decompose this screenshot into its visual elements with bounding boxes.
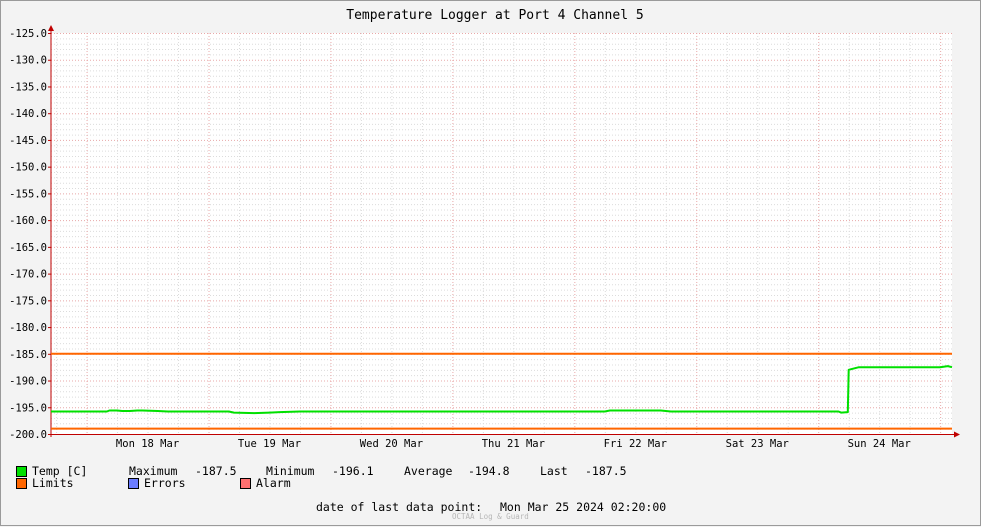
- y-tick-label: -125.0: [9, 28, 47, 40]
- y-tick-label: -190.0: [9, 376, 47, 388]
- y-tick-label: -150.0: [9, 162, 47, 174]
- legend-item-errors: Errors: [128, 476, 186, 490]
- legend-item-alarm: Alarm: [240, 476, 291, 490]
- stat-last-label: Last: [540, 464, 568, 478]
- x-tick-labels: Mon 18 Mar Tue 19 Mar Wed 20 Mar Thu 21 Mar…: [116, 438, 911, 450]
- y-tick-label: -160.0: [9, 215, 47, 227]
- legend-swatch-limits: [16, 477, 27, 489]
- legend-swatch-errors: [128, 477, 139, 489]
- y-tick-label: -175.0: [9, 295, 47, 307]
- legend-label-errors: Errors: [144, 476, 186, 490]
- stat-last-value: -187.5: [585, 464, 627, 478]
- y-tick-label: -130.0: [9, 55, 47, 67]
- x-tick-label: Wed 20 Mar: [360, 438, 423, 450]
- legend-swatch-temp: [16, 465, 27, 477]
- y-tick-labels: -125.0 -130.0 -135.0 -140.0 -145.0 -150.0 -155…: [9, 28, 47, 441]
- legend-label-limits: Limits: [32, 476, 74, 490]
- x-axis-arrow: [954, 431, 960, 438]
- stat-average-value: -194.8: [468, 464, 510, 478]
- watermark: OCTAA Log & Guard: [452, 512, 529, 521]
- legend-item-limits: Limits: [16, 476, 74, 490]
- grid: [51, 33, 952, 435]
- x-tick-label: Sat 23 Mar: [726, 438, 789, 450]
- x-tick-label: Tue 19 Mar: [238, 438, 301, 450]
- y-tick-label: -200.0: [9, 429, 47, 441]
- y-tick-label: -155.0: [9, 188, 47, 200]
- y-tick-label: -195.0: [9, 402, 47, 414]
- y-tick-label: -180.0: [9, 322, 47, 334]
- chart-canvas: Temperature Logger at Port 4 Channel 5 -…: [9, 8, 960, 450]
- chart-frame: Temperature Logger at Port 4 Channel 5 -…: [0, 0, 981, 526]
- legend-label-alarm: Alarm: [256, 476, 291, 490]
- stat-average-label: Average: [404, 464, 453, 478]
- y-tick-label: -140.0: [9, 108, 47, 120]
- y-tick-label: -185.0: [9, 349, 47, 361]
- x-tick-label: Mon 18 Mar: [116, 438, 179, 450]
- plot-area: [51, 33, 952, 434]
- stat-minimum-value: -196.1: [332, 464, 374, 478]
- stat-maximum-value: -187.5: [195, 464, 237, 478]
- chart-title: Temperature Logger at Port 4 Channel 5: [346, 8, 643, 23]
- y-tick-label: -170.0: [9, 269, 47, 281]
- legend-swatch-alarm: [240, 477, 251, 489]
- y-tick-label: -145.0: [9, 135, 47, 147]
- x-tick-label: Fri 22 Mar: [604, 438, 667, 450]
- y-tick-label: -135.0: [9, 81, 47, 93]
- x-tick-label: Thu 21 Mar: [482, 438, 545, 450]
- y-axis-arrow: [48, 25, 54, 31]
- y-tick-label: -165.0: [9, 242, 47, 254]
- x-tick-label: Sun 24 Mar: [848, 438, 911, 450]
